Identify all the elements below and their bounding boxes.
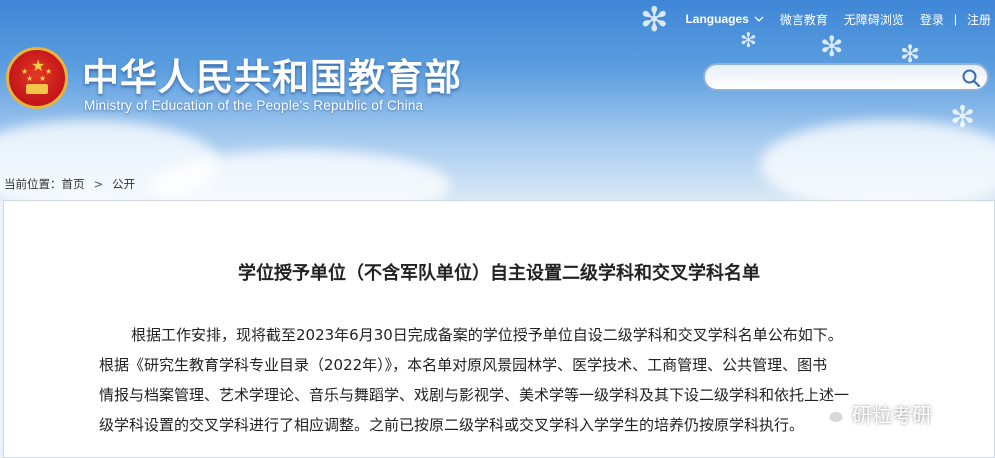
search-icon[interactable]	[961, 68, 981, 88]
register-link[interactable]: 注册	[967, 11, 991, 28]
top-links: Languages 微言教育 无障碍浏览 登录 | 注册	[669, 10, 995, 28]
breadcrumb-home[interactable]: 首页	[62, 176, 85, 192]
link-separator: |	[953, 12, 957, 26]
article-paragraph-line: 根据《研究生教育学科专业目录（2022年）》，本名单对原风景园林学、医学技术、工…	[99, 356, 828, 374]
dandelion-icon: ✻	[740, 28, 757, 52]
national-emblem-icon[interactable]: ★ ★ ★ ★ ★	[6, 47, 68, 109]
watermark: 研粒考研	[818, 399, 932, 428]
languages-label: Languages	[685, 12, 749, 26]
article-title: 学位授予单位（不含军队单位）自主设置二级学科和交叉学科名单	[238, 263, 760, 284]
wechat-icon	[819, 403, 845, 424]
article-paragraph-line: 级学科设置的交叉学科进行了相应调整。之前已按原二级学科或交叉学科入学学生的培养仍…	[99, 416, 805, 434]
site-header: ✻ ✻ ✻ ✻ ✻ Languages 微言教育 无障碍浏览 登录 | 注册 ★…	[0, 0, 995, 200]
article-paragraph-line: 情报与档案管理、艺术学理论、音乐与舞蹈学、戏剧与影视学、美术学等一级学科及其下设…	[99, 386, 850, 404]
article-body: 根据工作安排，现将截至2023年6月30日完成备案的学位授予单位自设二级学科和交…	[99, 320, 919, 440]
dandelion-icon: ✻	[640, 0, 669, 40]
chevron-down-icon	[754, 16, 764, 22]
search-box	[703, 63, 989, 91]
languages-menu[interactable]: Languages	[685, 12, 764, 26]
breadcrumb-public[interactable]: 公开	[112, 176, 135, 192]
login-link[interactable]: 登录	[920, 11, 944, 28]
site-logo-subtitle: Ministry of Education of the People's Re…	[84, 98, 424, 113]
weibo-link[interactable]: 微言教育	[780, 11, 828, 28]
breadcrumb-prefix: 当前位置：	[4, 177, 62, 191]
accessibility-link[interactable]: 无障碍浏览	[844, 11, 904, 28]
watermark-text: 研粒考研	[852, 403, 932, 427]
dandelion-icon: ✻	[820, 30, 844, 63]
search-input[interactable]	[715, 68, 959, 88]
site-logo-title[interactable]: 中华人民共和国教育部	[82, 47, 462, 101]
breadcrumb-separator: >	[93, 177, 104, 191]
dandelion-icon: ✻	[950, 100, 976, 135]
article-paragraph: 根据工作安排，现将截至2023年6月30日完成备案的学位授予单位自设二级学科和交…	[131, 326, 843, 344]
breadcrumb: 当前位置： 首页 > 公开	[4, 176, 135, 192]
